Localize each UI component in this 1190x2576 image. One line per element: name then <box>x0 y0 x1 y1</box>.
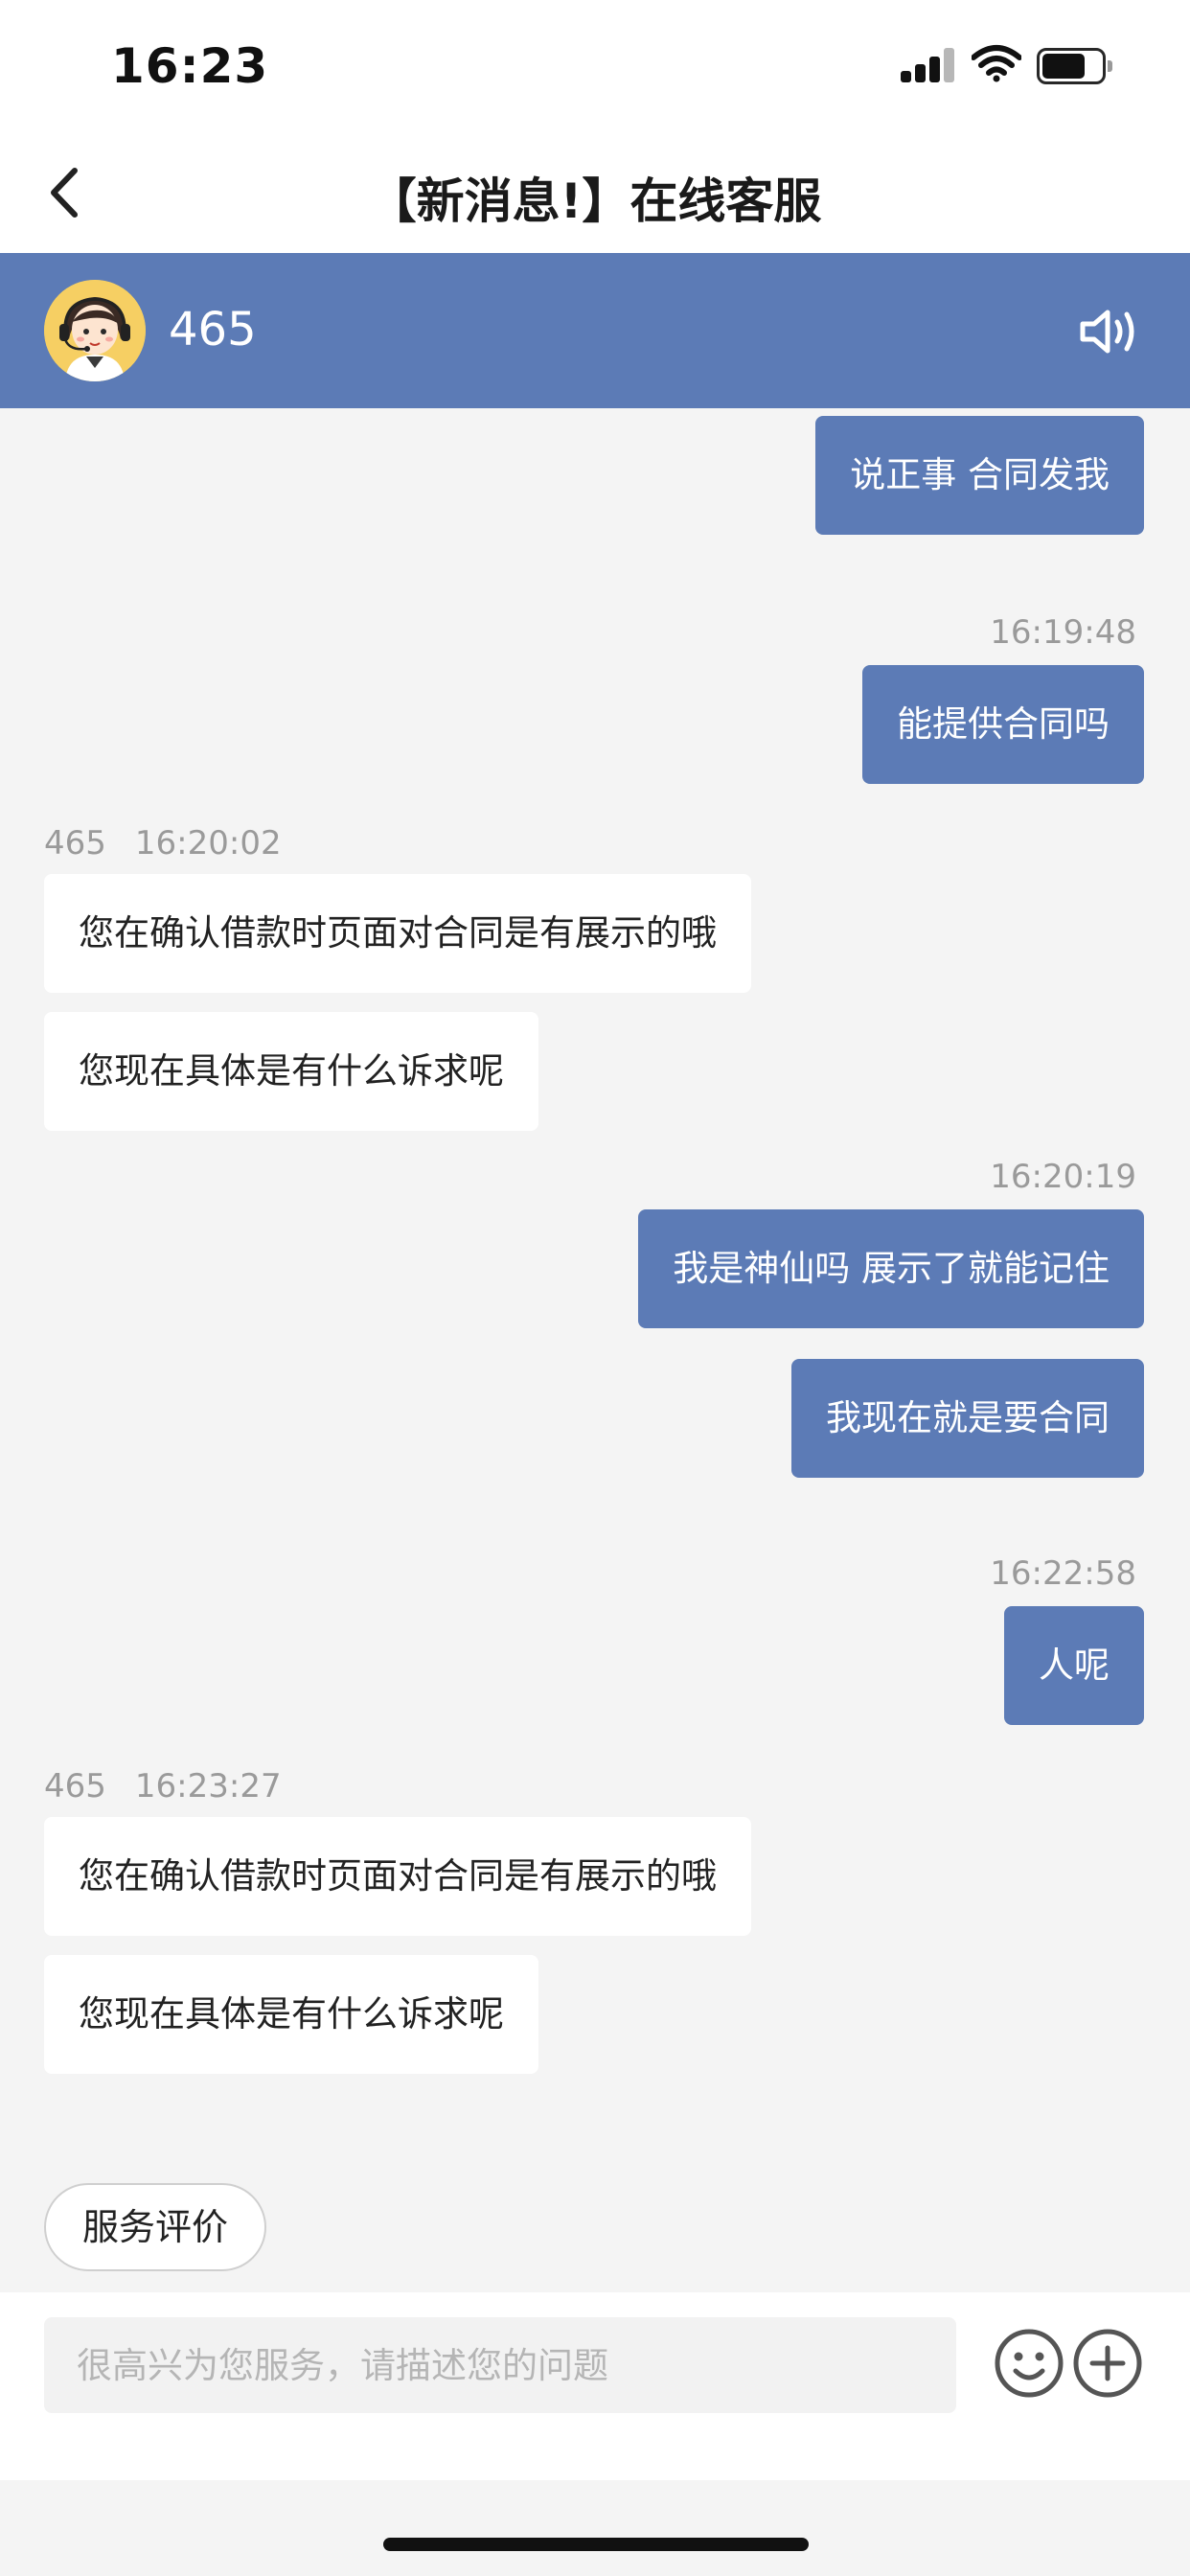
status-time: 16:23 <box>111 38 269 94</box>
cellular-signal-icon <box>901 48 956 82</box>
message-timestamp: 16:20:19 <box>990 1158 1136 1196</box>
message-timestamp: 16:22:58 <box>990 1554 1136 1593</box>
smiley-icon[interactable] <box>993 2327 1065 2400</box>
agent-avatar <box>44 280 146 381</box>
message-timestamp: 16:20:02 <box>134 824 282 862</box>
input-bar <box>0 2292 1190 2480</box>
message-meta: 465 16:23:27 <box>44 1767 282 1806</box>
customer-service-avatar-icon <box>44 280 146 381</box>
incoming-message[interactable]: 您现在具体是有什么诉求呢 <box>44 1012 538 1131</box>
incoming-message[interactable]: 您在确认借款时页面对合同是有展示的哦 <box>44 874 751 993</box>
status-bar: 16:23 <box>0 0 1190 134</box>
outgoing-message[interactable]: 我是神仙吗 展示了就能记住 <box>638 1209 1144 1328</box>
outgoing-message[interactable]: 能提供合同吗 <box>862 665 1144 784</box>
bottom-safe-area <box>0 2480 1190 2576</box>
outgoing-message[interactable]: 我现在就是要合同 <box>791 1359 1144 1478</box>
message-timestamp: 16:19:48 <box>990 613 1136 652</box>
chat-screen: 16:23 【新消息!】在线客服 465 说正事 合同发我 16:19:48 能… <box>0 0 1190 2576</box>
agent-header: 465 <box>0 253 1190 408</box>
message-input[interactable] <box>44 2317 956 2413</box>
chat-message-list[interactable]: 说正事 合同发我 16:19:48 能提供合同吗 465 16:20:02 您在确… <box>0 408 1190 2292</box>
outgoing-message[interactable]: 说正事 合同发我 <box>815 416 1144 535</box>
plus-circle-icon[interactable] <box>1071 2327 1144 2400</box>
message-timestamp: 16:23:27 <box>134 1767 282 1806</box>
battery-icon <box>1037 48 1112 84</box>
outgoing-message[interactable]: 人呢 <box>1004 1606 1144 1725</box>
message-meta: 465 16:20:02 <box>44 824 282 862</box>
nav-bar: 【新消息!】在线客服 <box>0 134 1190 253</box>
page-title: 【新消息!】在线客服 <box>368 173 822 229</box>
agent-name: 465 <box>169 303 257 356</box>
home-indicator[interactable] <box>383 2538 809 2551</box>
wifi-icon <box>972 45 1021 82</box>
sender-name: 465 <box>44 1767 106 1806</box>
service-rating-button[interactable]: 服务评价 <box>44 2183 267 2271</box>
sender-name: 465 <box>44 824 106 862</box>
incoming-message[interactable]: 您现在具体是有什么诉求呢 <box>44 1955 538 2074</box>
speaker-icon[interactable] <box>1077 303 1144 360</box>
incoming-message[interactable]: 您在确认借款时页面对合同是有展示的哦 <box>44 1817 751 1936</box>
